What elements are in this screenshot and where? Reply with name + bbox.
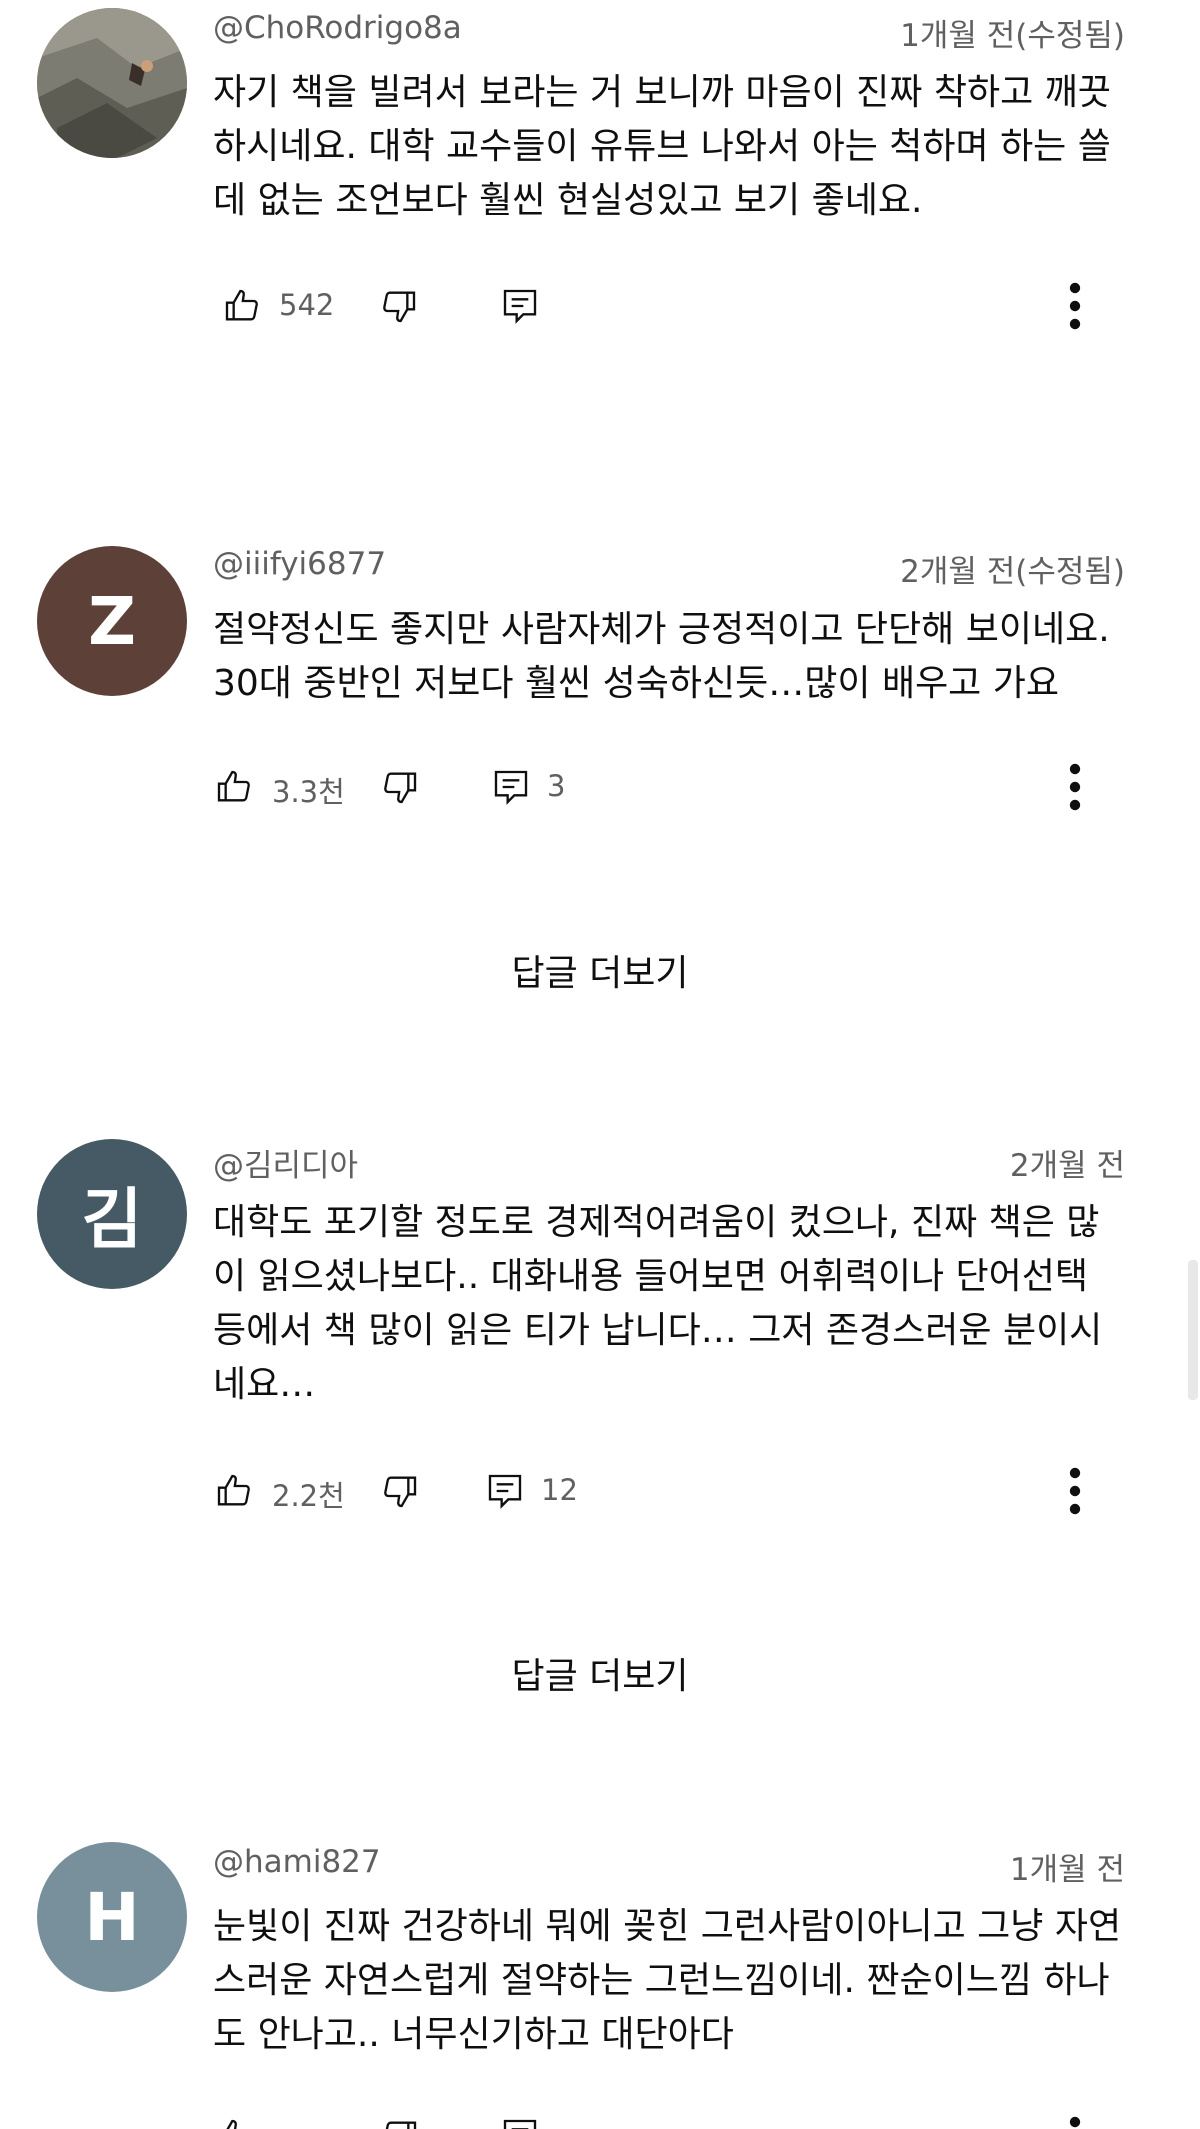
comment-line: 절약정신도 좋지만 사람자체가 긍정적이고 단단해 보이네요. — [213, 609, 1110, 650]
thumbs-down-icon[interactable] — [380, 2116, 420, 2129]
comment-line: 등에서 책 많이 읽은 티가 납니다… 그저 존경스러운 분이시 — [213, 1310, 1103, 1351]
comment-time: 2개월 전(수정됨) — [900, 554, 1125, 590]
thumbs-down-icon[interactable] — [380, 767, 420, 807]
comment-reply-icon[interactable] — [485, 1471, 525, 1511]
comment-actions — [0, 2110, 1200, 2129]
thumbs-up-icon[interactable] — [214, 767, 254, 807]
more-vertical-icon[interactable] — [1055, 2114, 1095, 2129]
more-vertical-icon[interactable] — [1055, 280, 1095, 332]
comment-line: 하시네요. 대학 교수들이 유튜브 나와서 아는 척하며 하는 쓸 — [213, 126, 1111, 167]
thumbs-down-icon[interactable] — [380, 1471, 420, 1511]
comment-text: 절약정신도 좋지만 사람자체가 긍정적이고 단단해 보이네요. 30대 중반인 … — [213, 603, 1143, 711]
comment-line: 스러운 자연스럽게 절약하는 그런느낌이네. 짠순이느낌 하나 — [213, 1960, 1110, 2001]
comment-author[interactable]: @김리디아 — [213, 1140, 358, 1185]
avatar-letter: Z — [88, 582, 136, 660]
comment-line: 자기 책을 빌려서 보라는 거 보니까 마음이 진짜 착하고 깨끗 — [213, 72, 1111, 113]
avatar-letter: 김 — [81, 1181, 143, 1258]
scrollbar[interactable] — [1188, 1260, 1198, 1400]
comment-actions: 542 — [0, 276, 1200, 336]
avatar[interactable] — [37, 8, 187, 158]
view-replies-link[interactable]: 답글 더보기 — [0, 944, 1200, 996]
view-replies-link[interactable]: 답글 더보기 — [0, 1647, 1200, 1699]
avatar-letter: H — [84, 1878, 140, 1956]
comment-line: 도 안나고.. 너무신기하고 대단아다 — [213, 2014, 734, 2055]
comment-actions: 2.2천 12 — [0, 1461, 1200, 1521]
comment-author[interactable]: @iiifyi6877 — [213, 546, 386, 582]
like-count: 3.3천 — [272, 775, 345, 809]
comment-author[interactable]: @hami827 — [213, 1844, 381, 1880]
comment-time: 2개월 전 — [1009, 1148, 1125, 1184]
comment-text: 눈빛이 진짜 건강하네 뭐에 꽂힌 그런사람이아니고 그냥 자연 스러운 자연스… — [213, 1900, 1143, 2062]
comment-time: 1개월 전 — [1009, 1852, 1125, 1888]
more-vertical-icon[interactable] — [1055, 1465, 1095, 1517]
reply-count: 12 — [541, 1473, 578, 1507]
thumbs-up-icon[interactable] — [214, 2116, 254, 2129]
avatar-photo — [37, 8, 187, 158]
comment-text: 대학도 포기할 정도로 경제적어려움이 컸으나, 진짜 책은 많 이 읽으셨나보… — [213, 1196, 1143, 1412]
comment-line: 데 없는 조언보다 훨씬 현실성있고 보기 좋네요. — [213, 180, 923, 221]
comment-text: 자기 책을 빌려서 보라는 거 보니까 마음이 진짜 착하고 깨끗 하시네요. … — [213, 66, 1143, 228]
comment-line: 대학도 포기할 정도로 경제적어려움이 컸으나, 진짜 책은 많 — [213, 1202, 1100, 1243]
comment-line: 눈빛이 진짜 건강하네 뭐에 꽂힌 그런사람이아니고 그냥 자연 — [213, 1906, 1122, 1947]
thumbs-up-icon[interactable] — [214, 1471, 254, 1511]
like-count: 542 — [279, 288, 335, 322]
thumbs-up-icon[interactable] — [222, 286, 262, 326]
comment-actions: 3.3천 3 — [0, 757, 1200, 817]
thumbs-down-icon[interactable] — [379, 286, 419, 326]
avatar[interactable]: Z — [37, 546, 187, 696]
comment-reply-icon[interactable] — [491, 767, 531, 807]
comment-author[interactable]: @ChoRodrigo8a — [213, 10, 462, 46]
comment-reply-icon[interactable] — [500, 2116, 540, 2129]
comment-line: 30대 중반인 저보다 훨씬 성숙하신듯…많이 배우고 가요 — [213, 663, 1059, 704]
comment-line: 네요… — [213, 1364, 316, 1405]
comment-line: 이 읽으셨나보다.. 대화내용 들어보면 어휘력이나 단어선택 — [213, 1256, 1088, 1297]
avatar[interactable]: H — [37, 1842, 187, 1992]
more-vertical-icon[interactable] — [1055, 761, 1095, 813]
comment-reply-icon[interactable] — [500, 286, 540, 326]
reply-count: 3 — [547, 769, 566, 803]
avatar[interactable]: 김 — [37, 1139, 187, 1289]
like-count: 2.2천 — [272, 1479, 345, 1513]
comment-time: 1개월 전(수정됨) — [900, 18, 1125, 54]
